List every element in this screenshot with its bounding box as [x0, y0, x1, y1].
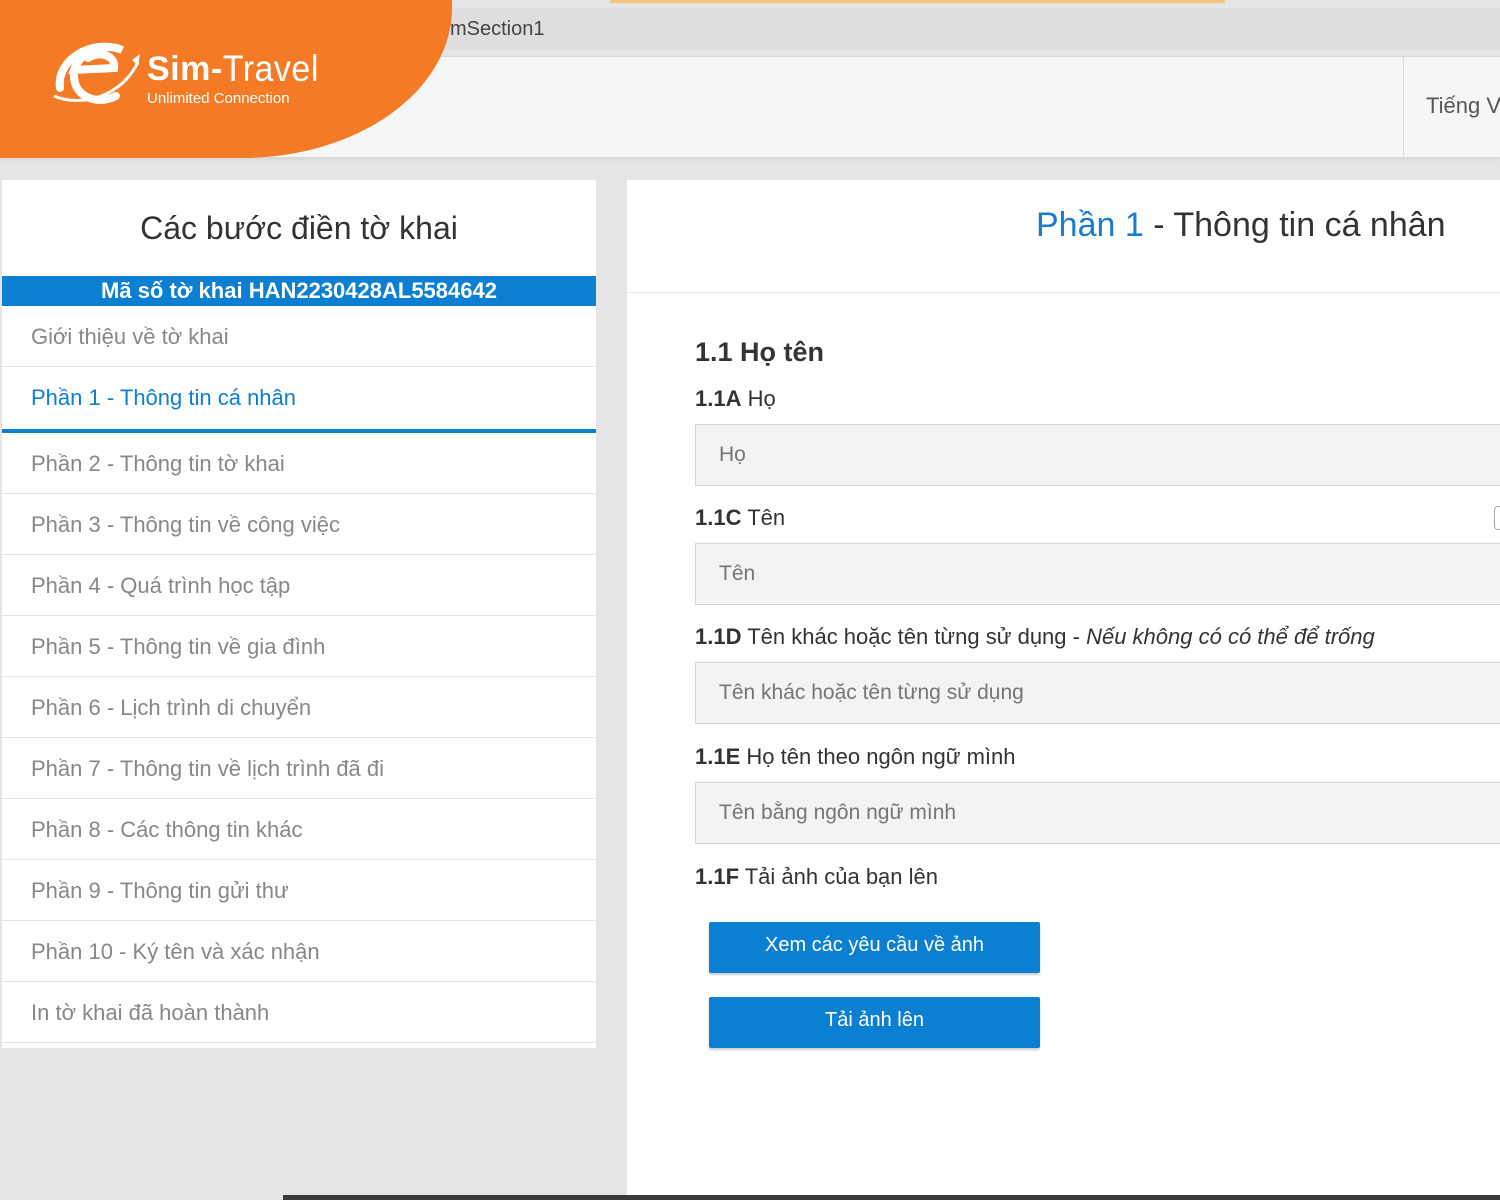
step-part-3[interactable]: Phần 3 - Thông tin về công việc: [2, 494, 596, 555]
bottom-scrollbar[interactable]: [283, 1195, 1500, 1200]
step-part-10[interactable]: Phần 10 - Ký tên và xác nhận: [2, 921, 596, 982]
logo-sim-text: Sim: [147, 50, 211, 88]
logo-tagline: Unlimited Connection: [147, 90, 290, 107]
step-part-9[interactable]: Phần 9 - Thông tin gửi thư: [2, 860, 596, 921]
logo-travel-text: Travel: [222, 48, 319, 90]
url-text[interactable]: mSection1: [450, 18, 545, 41]
label-anh: 1.1F Tải ảnh của bạn lên: [695, 864, 938, 890]
step-intro[interactable]: Giới thiệu về tờ khai: [2, 306, 596, 367]
step-part-7[interactable]: Phần 7 - Thông tin về lịch trình đã đi: [2, 738, 596, 799]
ten-khac-input[interactable]: [695, 662, 1500, 724]
language-selector[interactable]: Tiếng V: [1426, 93, 1500, 119]
step-part-6[interactable]: Phần 6 - Lịch trình di chuyển: [2, 677, 596, 738]
label-ten-ngon-ngu-code: 1.1E: [695, 744, 741, 769]
step-print[interactable]: In tờ khai đã hoàn thành: [2, 982, 596, 1043]
form-code-badge: Mã số tờ khai HAN2230428AL5584642: [2, 276, 596, 306]
ten-input[interactable]: [695, 543, 1500, 605]
page-title-part: Phần 1: [1036, 206, 1144, 244]
e-globe-logo-icon: [53, 42, 140, 104]
logo-wordmark: Sim-Travel: [147, 48, 319, 90]
sidebar-title: Các bước điền tờ khai: [140, 210, 458, 246]
page-title-rest: - Thông tin cá nhân: [1143, 206, 1446, 244]
label-ten-text: Tên: [741, 505, 786, 530]
section-title: 1.1 Họ tên: [695, 337, 825, 367]
ten-ngon-ngu-input[interactable]: [695, 782, 1500, 844]
photo-requirements-button[interactable]: Xem các yêu cầu về ảnh: [709, 922, 1040, 973]
page-title: Phần 1 - Thông tin cá nhân: [1036, 206, 1446, 245]
label-ten-khac-note: Nếu không có có thể để trống: [1086, 624, 1375, 649]
label-ten-ngon-ngu-text: Họ tên theo ngôn ngữ mình: [740, 744, 1016, 769]
ho-input[interactable]: [695, 424, 1500, 486]
ten-checkbox[interactable]: [1494, 506, 1500, 530]
steps-sidebar: Các bước điền tờ khai Mã số tờ khai HAN2…: [2, 180, 596, 1048]
label-ten-ngon-ngu: 1.1E Họ tên theo ngôn ngữ mình: [695, 744, 1016, 770]
label-ten-khac: 1.1D Tên khác hoặc tên từng sử dụng - Nế…: [695, 624, 1375, 650]
step-part-5[interactable]: Phần 5 - Thông tin về gia đình: [2, 616, 596, 677]
page-loading-indicator: [610, 0, 1225, 3]
label-ten-khac-text: Tên khác hoặc tên từng sử dụng -: [741, 624, 1087, 649]
step-part-2[interactable]: Phần 2 - Thông tin tờ khai: [2, 433, 596, 494]
step-part-1[interactable]: Phần 1 - Thông tin cá nhân: [2, 367, 596, 433]
upload-photo-button[interactable]: Tải ảnh lên: [709, 997, 1040, 1048]
step-part-4[interactable]: Phần 4 - Quá trình học tập: [2, 555, 596, 616]
label-ten-khac-code: 1.1D: [695, 624, 742, 649]
form-panel: Phần 1 - Thông tin cá nhân 1.1 Họ tên 1.…: [627, 180, 1500, 1200]
label-ho-text: Họ: [741, 386, 776, 411]
step-part-8[interactable]: Phần 8 - Các thông tin khác: [2, 799, 596, 860]
label-anh-text: Tải ảnh của bạn lên: [739, 864, 938, 889]
label-ho-code: 1.1A: [695, 386, 742, 411]
label-anh-code: 1.1F: [695, 864, 740, 889]
header-divider: [1403, 57, 1404, 157]
form-header: Phần 1 - Thông tin cá nhân: [627, 180, 1500, 293]
label-ten-code: 1.1C: [695, 505, 742, 530]
label-ten: 1.1C Tên: [695, 505, 785, 531]
label-ho: 1.1A Họ: [695, 386, 776, 412]
logo-dash-text: -: [210, 50, 223, 88]
